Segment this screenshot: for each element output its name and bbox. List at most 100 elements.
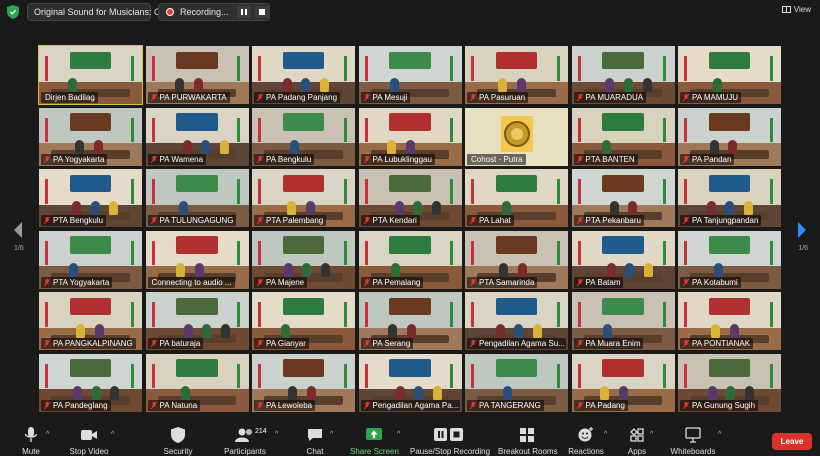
view-button[interactable]: View <box>781 5 811 14</box>
participant-video-tile[interactable]: PA Lewoleba <box>252 353 355 412</box>
participant-video-tile[interactable]: PA Pasuruan <box>465 46 568 104</box>
participant-video-tile[interactable]: PTA Palembang <box>252 169 355 227</box>
participant-video-tile[interactable]: PA Gunung Sugih <box>678 353 781 412</box>
participant-name: PA Lahat <box>479 216 511 225</box>
participant-name: PA Majene <box>266 277 305 287</box>
security-shield-icon <box>171 427 185 443</box>
chat-button[interactable]: Chat <box>300 427 330 456</box>
participant-name: PA Padang <box>585 400 625 410</box>
participant-video-tile[interactable]: Pengadilan Agama Su... <box>465 292 568 350</box>
participant-video-tile[interactable]: PTA Bengkulu <box>39 169 142 227</box>
apps-button[interactable]: Apps <box>624 427 650 456</box>
participant-video-tile[interactable]: PA TULUNGAGUNG <box>145 169 249 227</box>
stop-video-button[interactable]: Stop Video <box>66 427 112 456</box>
security-button[interactable]: Security <box>160 427 196 456</box>
participant-video-tile[interactable]: PTA Kendari <box>358 169 462 227</box>
participant-video-tile[interactable]: Cohost - Putra <box>465 107 568 166</box>
mute-button[interactable]: Mute <box>16 427 46 456</box>
participant-video-tile[interactable]: PA baturaja <box>145 292 249 350</box>
pause-stop-recording-button[interactable]: Pause/Stop Recording <box>410 427 490 456</box>
previous-page-arrow-icon[interactable] <box>12 220 24 240</box>
participant-name: PA Lubuklinggau <box>372 154 432 164</box>
leave-button[interactable]: Leave <box>772 433 812 450</box>
participant-video-tile[interactable]: PA Yogyakarta <box>39 107 142 166</box>
chat-options-caret-icon[interactable]: ^ <box>330 431 333 438</box>
microphone-icon <box>24 427 38 442</box>
participants-options-caret-icon[interactable]: ^ <box>275 431 278 438</box>
participant-video-tile[interactable]: PA Tanjungpandan <box>678 169 781 227</box>
original-sound-toggle[interactable]: Original Sound for Musicians: On <box>27 3 166 21</box>
participant-video-tile[interactable]: PA Lubuklinggau <box>358 107 462 166</box>
participant-video-tile[interactable]: PA TANGERANG <box>465 353 568 412</box>
participant-video-tile[interactable]: PA Muara Enim <box>571 292 675 350</box>
participant-video-tile[interactable]: Dirjen Badilag <box>38 45 143 105</box>
breakout-rooms-label: Breakout Rooms <box>498 447 558 456</box>
participants-count: 214 <box>255 428 267 435</box>
meeting-toolbar: Mute ^ Stop Video ^ Security Participant… <box>0 422 820 456</box>
participant-video-tile[interactable]: PTA BANTEN <box>571 107 675 166</box>
participant-name: PTA Yogyakarta <box>53 277 110 287</box>
participant-name: PA Wamena <box>159 154 204 164</box>
participant-video-tile[interactable]: PA PURWAKARTA <box>145 46 249 104</box>
participants-label: Participants <box>224 447 266 456</box>
stop-recording-button[interactable] <box>255 6 269 18</box>
participant-name: PA Bengkulu <box>266 154 312 164</box>
participant-name: PA Pandan <box>692 154 732 164</box>
participant-video-tile[interactable]: PA Wamena <box>145 107 249 166</box>
view-label: View <box>793 5 811 14</box>
participant-name: PTA Kendari <box>372 216 417 225</box>
participant-name: PA Gianyar <box>266 339 306 348</box>
whiteboards-button[interactable]: Whiteboards <box>668 427 718 456</box>
page-indicator-right: 1/6 <box>798 245 808 252</box>
participant-name: PA Mesuji <box>372 93 408 102</box>
participant-video-tile[interactable]: PTA Yogyakarta <box>39 230 142 289</box>
pause-recording-button[interactable] <box>237 6 251 18</box>
participant-video-tile[interactable]: PA Batam <box>571 230 675 289</box>
participant-video-tile[interactable]: PA Padang <box>571 353 675 412</box>
next-page-arrow-icon[interactable] <box>796 220 808 240</box>
participant-video-tile[interactable]: PA Pandeglang <box>39 353 142 412</box>
participant-video-tile[interactable]: PA Majene <box>252 230 355 289</box>
participant-name: PA Natuna <box>159 400 198 410</box>
participant-name: PTA Palembang <box>266 216 324 225</box>
participant-name: PA TANGERANG <box>479 400 541 410</box>
participant-video-tile[interactable]: PA Lahat <box>465 169 568 227</box>
whiteboards-options-caret-icon[interactable]: ^ <box>718 431 721 438</box>
participant-video-tile[interactable]: PA Serang <box>358 292 462 350</box>
participant-video-tile[interactable]: PA PONTIANAK <box>678 292 781 350</box>
participant-video-tile[interactable]: PA MUARADUA <box>571 46 675 104</box>
share-screen-button[interactable]: Share Screen <box>350 427 399 456</box>
participant-name: PA Pandeglang <box>53 400 108 410</box>
participant-video-tile[interactable]: PA MAMUJU <box>678 46 781 104</box>
participant-video-tile[interactable]: Pengadilan Agama Pa... <box>358 353 462 412</box>
video-options-caret-icon[interactable]: ^ <box>111 431 114 438</box>
participant-video-tile[interactable]: PTA Pekanbaru <box>571 169 675 227</box>
participant-video-tile[interactable]: PTA Samarinda <box>465 230 568 289</box>
participant-video-tile[interactable]: Connecting to audio ... <box>145 230 249 289</box>
participant-video-tile[interactable]: PA Natuna <box>145 353 249 412</box>
participant-name: PTA BANTEN <box>585 154 635 164</box>
participant-video-tile[interactable]: PA Mesuji <box>358 46 462 104</box>
participant-video-tile[interactable]: PA Bengkulu <box>252 107 355 166</box>
whiteboards-label: Whiteboards <box>670 447 716 456</box>
reactions-options-caret-icon[interactable]: ^ <box>604 431 607 438</box>
participant-video-tile[interactable]: PA Pemalang <box>358 230 462 289</box>
participant-name: PA PANGKALPINANG <box>53 339 133 348</box>
mute-options-caret-icon[interactable]: ^ <box>46 431 49 438</box>
apps-options-caret-icon[interactable]: ^ <box>650 431 653 438</box>
participant-video-tile[interactable]: PA Padang Panjang <box>252 46 355 104</box>
participant-video-tile[interactable]: PA PANGKALPINANG <box>39 292 142 350</box>
shield-icon[interactable] <box>7 5 19 19</box>
reactions-button[interactable]: Reactions <box>568 427 604 456</box>
participant-video-tile[interactable]: PA Gianyar <box>252 292 355 350</box>
share-options-caret-icon[interactable]: ^ <box>397 431 400 438</box>
participant-video-tile[interactable]: PA Pandan <box>678 107 781 166</box>
security-label: Security <box>163 447 193 456</box>
share-screen-label: Share Screen <box>350 447 399 456</box>
participant-name: PA PURWAKARTA <box>159 93 227 102</box>
participant-name: PA PONTIANAK <box>692 339 751 348</box>
participant-name: PA MAMUJU <box>692 93 739 102</box>
participant-video-tile[interactable]: PA Kotabumi <box>678 230 781 289</box>
breakout-rooms-button[interactable]: Breakout Rooms <box>498 427 558 456</box>
recording-label: Recording... <box>180 7 229 17</box>
